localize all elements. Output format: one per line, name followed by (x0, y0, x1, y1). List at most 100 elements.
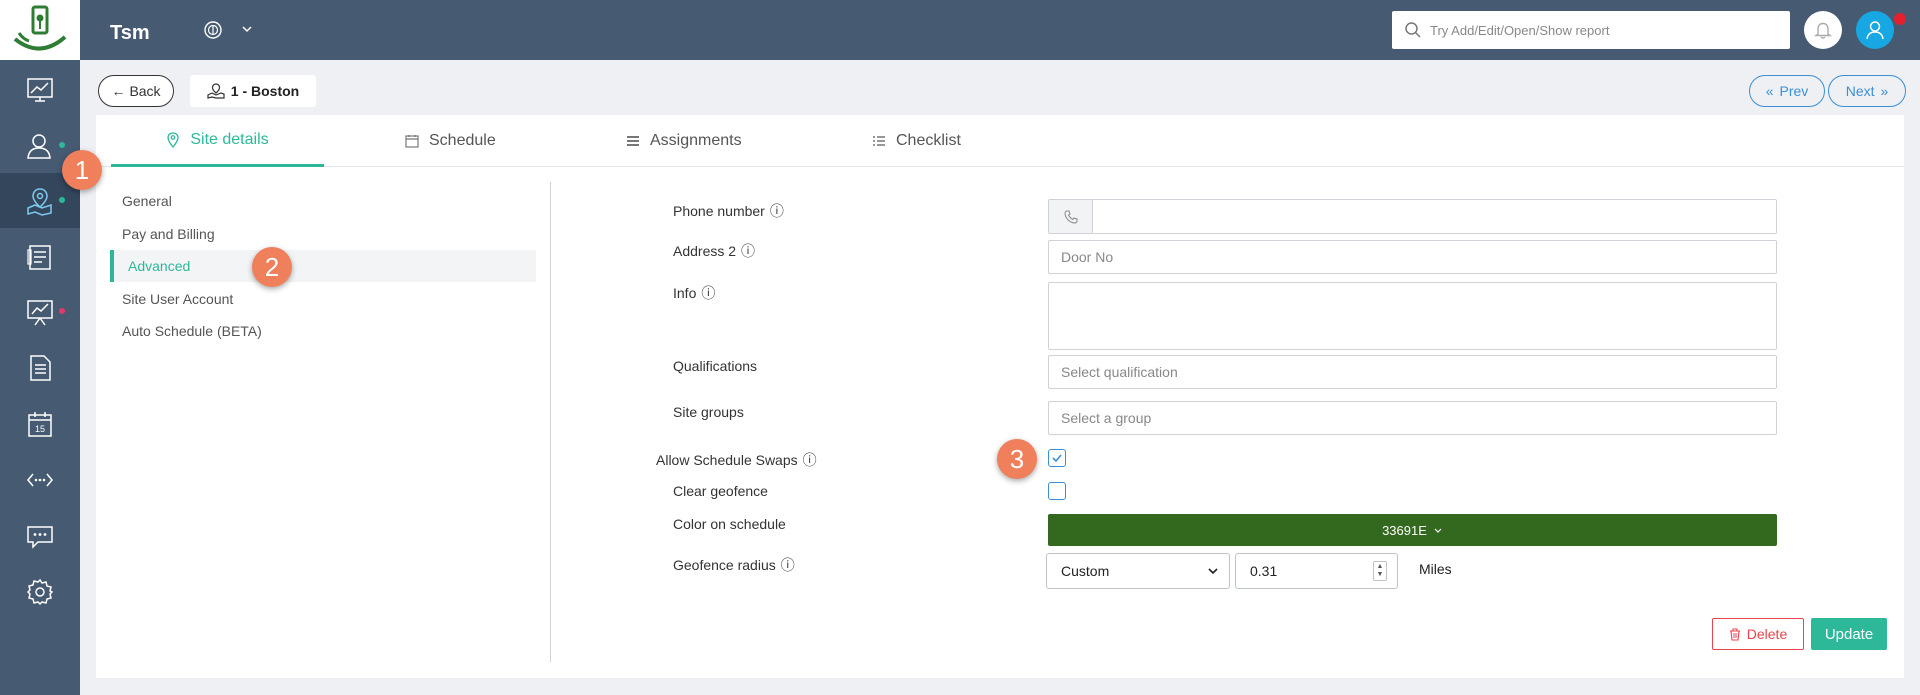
tab-site-details-label: Site details (190, 130, 269, 148)
geofence-mode-select[interactable]: Custom (1046, 553, 1230, 589)
color-value: 33691E (1382, 522, 1427, 538)
subnav-pay-billing[interactable]: Pay and Billing (110, 218, 536, 250)
sidebar-item-calendar[interactable]: 15 (0, 396, 80, 451)
sites-status-dot (59, 197, 65, 203)
chevron-down-icon (1208, 568, 1218, 575)
delete-button[interactable]: Delete (1712, 618, 1804, 650)
address2-input[interactable] (1048, 240, 1777, 274)
site-groups-label: Site groups (673, 404, 744, 420)
search-input[interactable] (1430, 22, 1770, 38)
dashboard-chart-icon (27, 77, 53, 102)
qualifications-select[interactable] (1048, 355, 1777, 389)
site-chip: 1 - Boston (190, 75, 316, 107)
checklist-icon (873, 136, 885, 146)
geofence-unit: Miles (1419, 561, 1452, 577)
checkmark-icon (1052, 454, 1062, 463)
help-icon[interactable]: ⓘ (741, 241, 755, 261)
sidebar-item-dashboard[interactable] (0, 62, 80, 117)
sidebar-item-settings[interactable] (0, 564, 80, 619)
address2-label-text: Address 2 (673, 243, 737, 259)
step-marker-1: 1 (62, 150, 102, 190)
panel-divider (550, 182, 551, 662)
integrations-icon (27, 473, 53, 486)
sidebar-item-messages[interactable] (0, 508, 80, 563)
sidebar: 15 (0, 0, 80, 695)
app-title: Tsm (110, 22, 150, 44)
user-icon (1866, 21, 1884, 40)
messages-icon (27, 525, 53, 549)
trash-icon (1729, 627, 1740, 641)
phone-label-text: Phone number (673, 203, 765, 219)
geofence-label: Geofence radius ⓘ (673, 555, 795, 575)
tab-assignments[interactable]: Assignments (626, 115, 742, 167)
tab-checklist-label: Checklist (896, 132, 961, 149)
sites-map-icon (27, 187, 52, 216)
subnav-advanced[interactable]: Advanced (110, 250, 536, 282)
subnav-auto-schedule[interactable]: Auto Schedule (BETA) (110, 315, 536, 347)
app-logo[interactable] (0, 0, 80, 60)
calendar-icon: 15 (28, 411, 52, 437)
document-icon (30, 354, 51, 381)
allow-swaps-label-text: Allow Schedule Swaps (656, 452, 798, 468)
user-avatar[interactable] (1856, 11, 1894, 49)
back-button[interactable]: ← Back (98, 75, 174, 107)
clear-geofence-label: Clear geofence (673, 483, 768, 499)
color-picker-button[interactable]: 33691E (1048, 514, 1777, 546)
global-search[interactable] (1392, 11, 1790, 49)
double-chevron-right-icon: » (1880, 83, 1889, 99)
sidebar-item-reports[interactable] (0, 284, 80, 339)
subnav-general[interactable]: General (110, 185, 536, 217)
geofence-radius-value: 0.31 (1250, 563, 1278, 579)
help-icon[interactable]: ⓘ (781, 555, 795, 575)
location-pin-icon (167, 131, 180, 148)
calendar-day-text: 15 (35, 424, 45, 434)
reports-presentation-icon (27, 299, 53, 325)
tab-checklist[interactable]: Checklist (872, 115, 961, 167)
step-marker-3: 3 (997, 439, 1037, 479)
subnav-site-user-account[interactable]: Site User Account (110, 283, 536, 315)
prev-button[interactable]: « Prev (1749, 75, 1825, 107)
reports-status-dot (59, 308, 65, 314)
tab-schedule-label: Schedule (429, 132, 496, 149)
tab-bar: Site details Schedule Assignments Checkl… (96, 115, 1904, 167)
top-bar: Tsm (80, 0, 1920, 60)
list-icon (627, 136, 639, 146)
logo-icon (13, 5, 67, 51)
help-icon[interactable]: ⓘ (803, 450, 817, 470)
allow-swaps-label: Allow Schedule Swaps ⓘ (656, 450, 817, 470)
address2-label: Address 2 ⓘ (673, 241, 755, 261)
sidebar-item-schedule[interactable] (0, 229, 80, 284)
geofence-mode-value: Custom (1061, 563, 1110, 579)
clear-geofence-checkbox[interactable] (1048, 482, 1066, 500)
prev-button-label: Prev (1779, 83, 1809, 99)
tab-schedule[interactable]: Schedule (405, 115, 496, 167)
currency-globe-icon[interactable] (202, 19, 224, 41)
spinner-up-icon[interactable]: ▲ (1377, 563, 1384, 571)
schedule-board-icon (27, 244, 51, 270)
update-button[interactable]: Update (1811, 618, 1887, 650)
tab-assignments-label: Assignments (650, 132, 742, 149)
site-details-card: Site details Schedule Assignments Checkl… (96, 115, 1904, 678)
help-icon[interactable]: ⓘ (701, 283, 715, 303)
geofence-label-text: Geofence radius (673, 557, 776, 573)
color-label: Color on schedule (673, 516, 786, 532)
phone-field[interactable] (1048, 199, 1777, 234)
sidebar-item-integrations[interactable] (0, 452, 80, 507)
notifications-button[interactable] (1804, 11, 1842, 49)
site-groups-select[interactable] (1048, 401, 1777, 435)
sidebar-item-documents[interactable] (0, 340, 80, 395)
settings-gear-icon (26, 578, 54, 605)
number-spinner[interactable]: ▲ ▼ (1373, 561, 1387, 581)
info-label: Info ⓘ (673, 283, 715, 303)
allow-swaps-checkbox[interactable] (1048, 449, 1066, 467)
next-button[interactable]: Next » (1828, 75, 1906, 107)
help-icon[interactable]: ⓘ (770, 201, 784, 221)
chevron-down-icon[interactable] (240, 22, 254, 36)
info-textarea[interactable] (1048, 282, 1777, 350)
geofence-radius-input[interactable]: 0.31 ▲ ▼ (1235, 553, 1398, 589)
spinner-down-icon[interactable]: ▼ (1377, 571, 1384, 579)
tab-site-details[interactable]: Site details (111, 115, 324, 167)
info-label-text: Info (673, 285, 697, 301)
phone-input[interactable] (1093, 200, 1776, 233)
double-chevron-left-icon: « (1765, 83, 1774, 99)
